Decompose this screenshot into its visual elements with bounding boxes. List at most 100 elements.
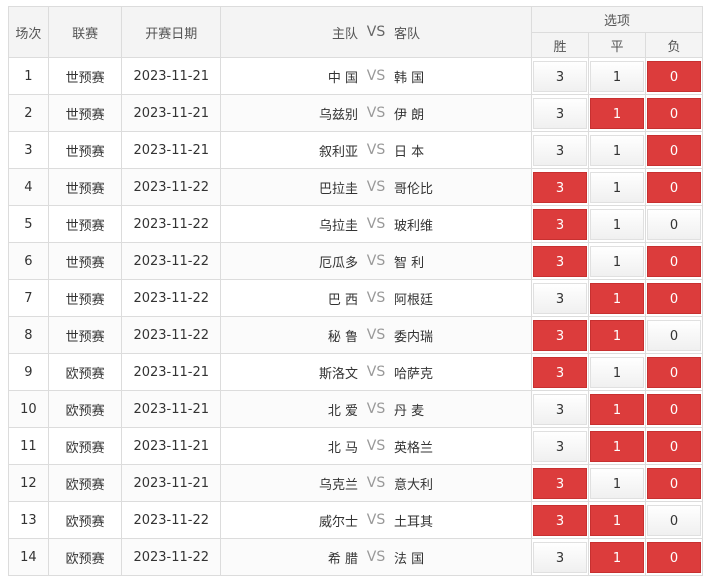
lose-option-button[interactable]: 0 [647,171,701,203]
away-team: 日 本 [394,144,425,160]
lose-option-button[interactable]: 0 [647,430,701,462]
win-option-button[interactable]: 3 [533,134,588,166]
teams-cell: 叙利亚 VS 日 本 [220,131,533,169]
win-option-button[interactable]: 3 [533,319,588,351]
away-team: 英格兰 [394,440,434,456]
lose-option-button[interactable]: 0 [647,356,701,388]
option-cell: 0 [645,390,703,428]
draw-option-button[interactable]: 1 [590,171,644,203]
option-cell: 0 [645,316,703,354]
round-cell: 2 [8,94,49,132]
lose-option-button[interactable]: 0 [647,319,701,351]
win-option-button[interactable]: 3 [533,393,588,425]
teams-cell: 威尔士 VS 土耳其 [220,501,533,539]
vs-label: VS [366,401,386,417]
win-option-button[interactable]: 3 [533,208,588,240]
header-lose: 负 [645,32,703,58]
draw-option-button[interactable]: 1 [590,430,644,462]
option-cell: 3 [531,242,590,280]
lose-option-button[interactable]: 0 [647,467,701,499]
option-cell: 3 [531,94,590,132]
away-team: 意大利 [394,477,434,493]
draw-option-button[interactable]: 1 [590,319,644,351]
lose-option-button[interactable]: 0 [647,282,701,314]
win-option-button[interactable]: 3 [533,171,588,203]
win-option-button[interactable]: 3 [533,282,588,314]
option-cell: 3 [531,57,590,95]
draw-option-button[interactable]: 1 [590,467,644,499]
win-option-button[interactable]: 3 [533,467,588,499]
date-cell: 2023-11-21 [121,131,222,169]
draw-option-button[interactable]: 1 [590,504,644,536]
league-cell: 世预赛 [47,94,123,132]
draw-option-button[interactable]: 1 [590,356,644,388]
option-cell: 0 [645,242,703,280]
round-cell: 5 [8,205,49,243]
header-round: 场次 [8,6,49,58]
draw-option-button[interactable]: 1 [590,282,644,314]
draw-option-button[interactable]: 1 [590,97,644,129]
round-cell: 7 [8,279,49,317]
lose-option-button[interactable]: 0 [647,60,701,92]
lose-option-button[interactable]: 0 [647,541,701,573]
teams-cell: 巴 西 VS 阿根廷 [220,279,533,317]
lose-option-button[interactable]: 0 [647,245,701,277]
league-cell: 世预赛 [47,242,123,280]
away-team: 哈萨克 [394,366,434,382]
draw-option-button[interactable]: 1 [590,541,644,573]
match-table: 场次 联赛 开赛日期 主队 VS 客队 选项 胜 平 负 1 世预赛 2023-11… [8,6,703,576]
date-cell: 2023-11-21 [121,390,222,428]
win-option-button[interactable]: 3 [533,504,588,536]
league-cell: 欧预赛 [47,427,123,465]
home-team: 叙利亚 [319,144,359,160]
teams-cell: 秘 鲁 VS 委内瑞 [220,316,533,354]
table-row: 9 欧预赛 2023-11-21 斯洛文 VS 哈萨克 3 1 0 [8,353,703,391]
win-option-button[interactable]: 3 [533,245,588,277]
option-cell: 0 [645,464,703,502]
round-cell: 13 [8,501,49,539]
header-draw: 平 [588,32,646,58]
win-option-button[interactable]: 3 [533,541,588,573]
lose-option-button[interactable]: 0 [647,504,701,536]
draw-option-button[interactable]: 1 [590,134,644,166]
teams-cell: 厄瓜多 VS 智 利 [220,242,533,280]
home-team: 北 马 [327,440,359,456]
vs-label: VS [366,179,386,195]
table-header: 场次 联赛 开赛日期 主队 VS 客队 选项 胜 平 负 [8,6,703,58]
lose-option-button[interactable]: 0 [647,208,701,240]
win-option-button[interactable]: 3 [533,356,588,388]
option-cell: 0 [645,353,703,391]
away-team: 土耳其 [394,514,434,530]
round-cell: 1 [8,57,49,95]
league-cell: 世预赛 [47,131,123,169]
date-cell: 2023-11-21 [121,353,222,391]
draw-option-button[interactable]: 1 [590,60,644,92]
win-option-button[interactable]: 3 [533,97,588,129]
round-cell: 10 [8,390,49,428]
option-cell: 1 [588,501,646,539]
win-option-button[interactable]: 3 [533,60,588,92]
date-cell: 2023-11-22 [121,538,222,576]
table-row: 7 世预赛 2023-11-22 巴 西 VS 阿根廷 3 1 0 [8,279,703,317]
draw-option-button[interactable]: 1 [590,393,644,425]
teams-cell: 希 腊 VS 法 国 [220,538,533,576]
away-team: 伊 朗 [394,107,425,123]
draw-option-button[interactable]: 1 [590,208,644,240]
option-cell: 1 [588,168,646,206]
table-row: 10 欧预赛 2023-11-21 北 爱 VS 丹 麦310 [8,390,703,428]
win-option-button[interactable]: 3 [533,430,588,462]
date-cell: 2023-11-22 [121,316,222,354]
option-cell: 0 [645,94,703,132]
away-team: 委内瑞 [394,329,434,345]
option-cell: 3 [531,464,590,502]
teams-cell: 巴拉圭 VS 哥伦比 [220,168,533,206]
table-row: 5 世预赛 2023-11-22 乌拉圭 VS 玻利维 3 1 0 [8,205,703,243]
away-team: 智 利 [394,255,425,271]
draw-option-button[interactable]: 1 [590,245,644,277]
teams-cell: 北 爱 VS 丹 麦 [220,390,533,428]
lose-option-button[interactable]: 0 [647,134,701,166]
round-cell: 6 [8,242,49,280]
lose-option-button[interactable]: 0 [647,393,701,425]
lose-option-button[interactable]: 0 [647,97,701,129]
home-team: 秘 鲁 [327,329,359,345]
